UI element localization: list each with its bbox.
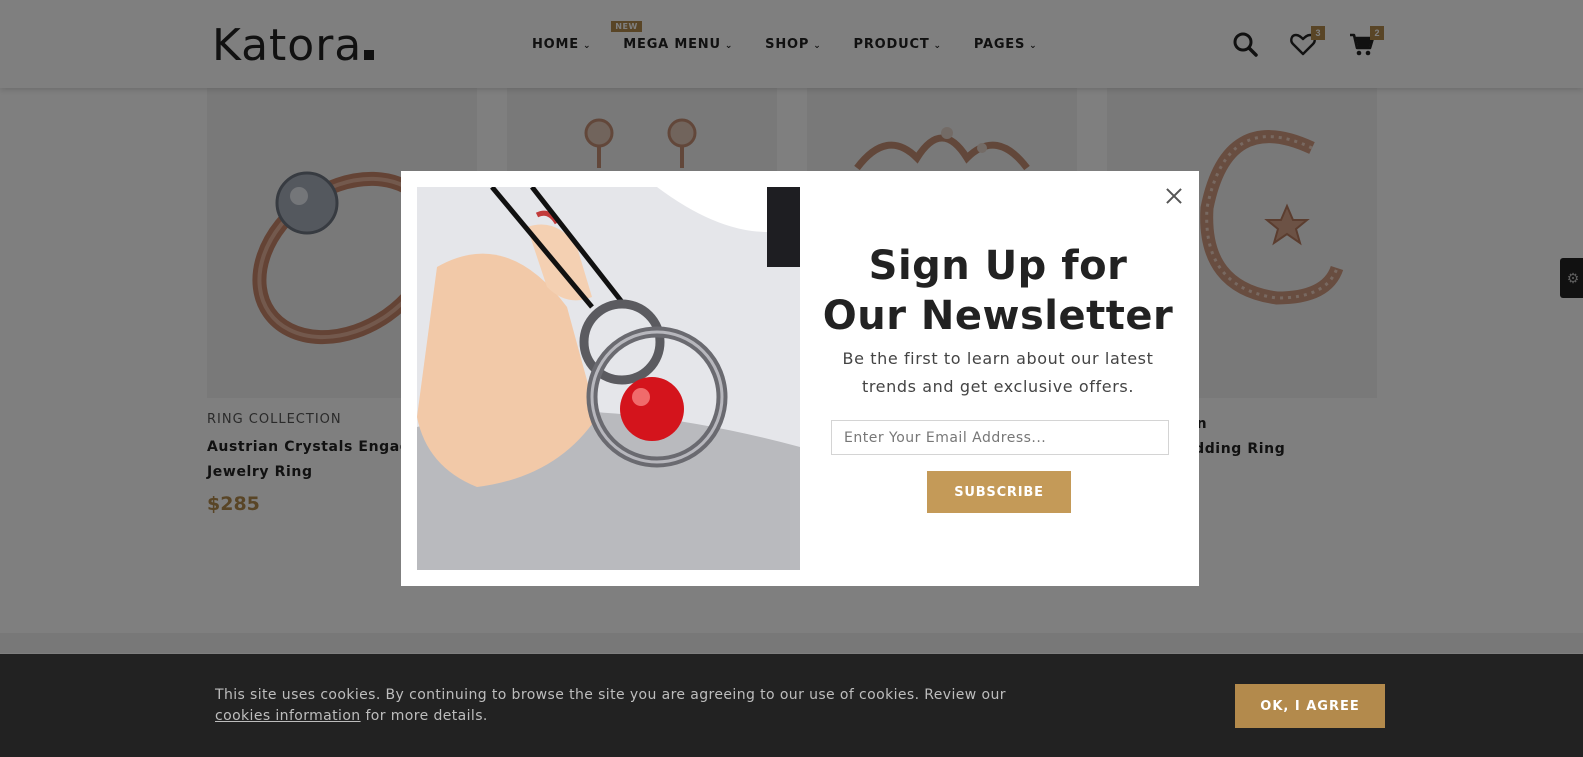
- newsletter-title: Sign Up for Our Newsletter: [817, 241, 1179, 341]
- email-field[interactable]: [831, 420, 1169, 455]
- accept-cookies-button[interactable]: OK, I AGREE: [1235, 684, 1385, 728]
- newsletter-title-line: Our Newsletter: [822, 293, 1174, 339]
- newsletter-description-line: Be the first to learn about our latest: [842, 349, 1154, 368]
- cookies-information-link[interactable]: cookies information: [215, 708, 361, 724]
- cookie-message: This site uses cookies. By continuing to…: [215, 685, 1095, 727]
- cookie-text: for more details.: [365, 708, 488, 724]
- newsletter-image: [417, 187, 800, 570]
- close-icon[interactable]: [1163, 185, 1185, 207]
- cookie-banner: This site uses cookies. By continuing to…: [0, 654, 1583, 757]
- newsletter-title-line: Sign Up for: [868, 243, 1128, 289]
- pendant-necklace-image: [417, 187, 800, 570]
- newsletter-description-line: trends and get exclusive offers.: [861, 377, 1135, 396]
- cookie-text: This site uses cookies. By continuing to…: [215, 687, 1006, 703]
- newsletter-modal: Sign Up for Our Newsletter Be the first …: [401, 171, 1199, 586]
- subscribe-button[interactable]: SUBSCRIBE: [927, 471, 1071, 513]
- newsletter-description: Be the first to learn about our latest t…: [817, 345, 1179, 401]
